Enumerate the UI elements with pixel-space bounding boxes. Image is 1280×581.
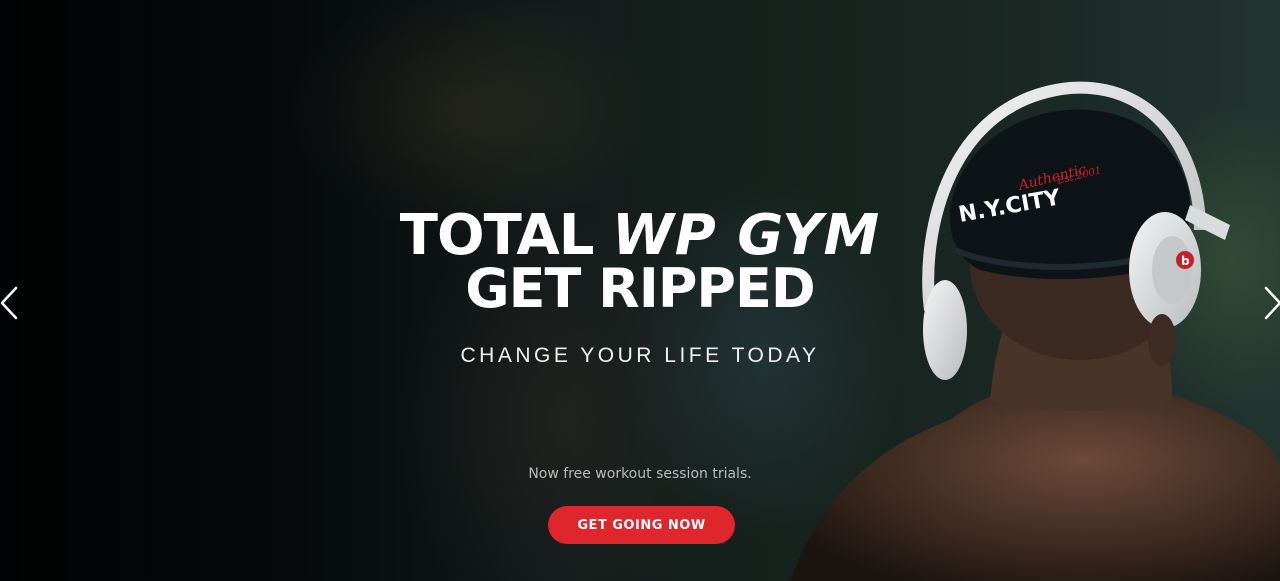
hero-title-line-2: GET RIPPED: [465, 257, 815, 320]
hero-tagline: Now free workout session trials.: [528, 466, 752, 482]
chevron-right-icon: [1264, 286, 1280, 320]
hero-title-line-1: TOTAL WP GYM: [0, 208, 1280, 264]
hero-image-man-with-headphones: Authentic Est.2001 N.Y.CITY b: [790, 81, 1280, 581]
get-going-now-button[interactable]: GET GOING NOW: [548, 506, 735, 544]
slider-prev-button[interactable]: [0, 286, 20, 320]
hero-subheading: CHANGE YOUR LIFE TODAY: [460, 344, 820, 367]
slider-next-button[interactable]: [1262, 286, 1280, 320]
hero-slider: Authentic Est.2001 N.Y.CITY b TOTAL WP G…: [0, 0, 1280, 581]
chevron-left-icon: [0, 286, 18, 320]
